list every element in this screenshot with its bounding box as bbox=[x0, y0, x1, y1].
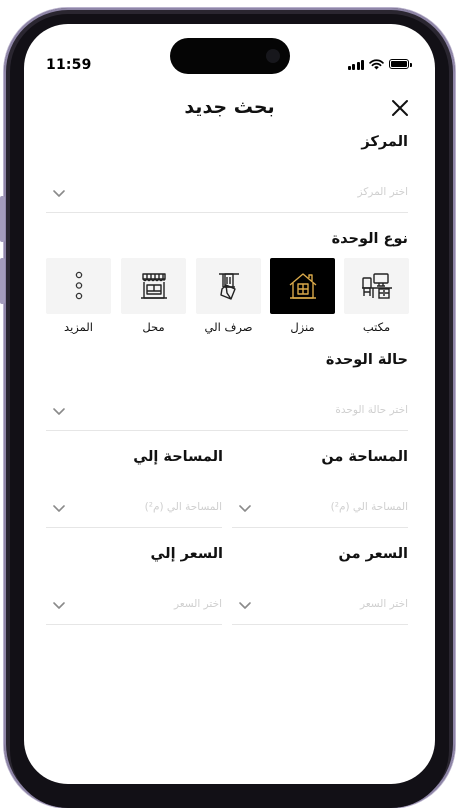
unit-type-label-house: منزل bbox=[290, 320, 315, 334]
house-icon bbox=[289, 273, 316, 299]
area-to-select[interactable]: المساحة الي (م²) bbox=[46, 489, 222, 528]
camera-icon bbox=[266, 49, 280, 63]
chevron-down-icon bbox=[53, 602, 65, 609]
price-to-label: السعر إلي bbox=[150, 546, 223, 562]
unit-status-label: حالة الوحدة bbox=[325, 352, 408, 368]
chevron-down-icon bbox=[53, 408, 65, 415]
unit-type-label-shop: محل bbox=[142, 320, 165, 334]
storefront-icon bbox=[140, 273, 167, 299]
status-icons bbox=[347, 57, 412, 71]
area-to-label: المساحة إلي bbox=[133, 449, 223, 465]
atm-card-icon bbox=[218, 273, 239, 300]
chevron-down-icon bbox=[53, 505, 65, 512]
unit-type-atm[interactable] bbox=[196, 258, 261, 314]
unit-type-label-atm: صرف الي bbox=[204, 320, 253, 334]
center-label: المركز bbox=[361, 134, 408, 150]
unit-type-label-more: المزيد bbox=[64, 320, 93, 334]
volume-down-button bbox=[0, 258, 5, 304]
chevron-down-icon bbox=[53, 190, 65, 197]
unit-status-select[interactable]: اختر حالة الوحدة bbox=[46, 392, 408, 431]
center-placeholder: اختر المركز bbox=[357, 186, 408, 198]
close-icon bbox=[392, 100, 408, 116]
area-to-placeholder: المساحة الي (م²) bbox=[144, 501, 222, 513]
price-from-placeholder: اختر السعر bbox=[359, 598, 408, 610]
volume-up-button bbox=[0, 196, 5, 242]
office-desk-icon bbox=[361, 273, 392, 299]
wifi-icon bbox=[369, 58, 384, 69]
price-to-placeholder: اختر السعر bbox=[173, 598, 222, 610]
area-from-label: المساحة من bbox=[321, 449, 408, 465]
app-screen: 11:59 بحث جديد المركز اختر المركز نوع ال… bbox=[24, 24, 435, 784]
unit-type-office[interactable] bbox=[344, 258, 409, 314]
area-from-select[interactable]: المساحة الي (م²) bbox=[232, 489, 408, 528]
chevron-down-icon bbox=[239, 505, 251, 512]
more-dots-icon bbox=[75, 271, 82, 300]
unit-type-more[interactable] bbox=[46, 258, 111, 314]
unit-type-label: نوع الوحدة bbox=[331, 231, 408, 247]
area-from-placeholder: المساحة الي (م²) bbox=[330, 501, 408, 513]
price-from-label: السعر من bbox=[338, 546, 408, 562]
page-title: بحث جديد bbox=[184, 96, 275, 118]
center-select[interactable]: اختر المركز bbox=[46, 174, 408, 213]
status-time: 11:59 bbox=[46, 57, 92, 73]
cellular-signal-icon bbox=[347, 59, 364, 70]
battery-icon bbox=[389, 59, 412, 69]
dynamic-island bbox=[170, 38, 290, 74]
unit-status-placeholder: اختر حالة الوحدة bbox=[335, 404, 408, 416]
price-to-select[interactable]: اختر السعر bbox=[46, 586, 222, 625]
chevron-down-icon bbox=[239, 602, 251, 609]
unit-type-label-office: مكتب bbox=[362, 320, 391, 334]
price-from-select[interactable]: اختر السعر bbox=[232, 586, 408, 625]
close-button[interactable] bbox=[388, 96, 412, 120]
unit-type-shop[interactable] bbox=[121, 258, 186, 314]
unit-type-house[interactable] bbox=[270, 258, 335, 314]
